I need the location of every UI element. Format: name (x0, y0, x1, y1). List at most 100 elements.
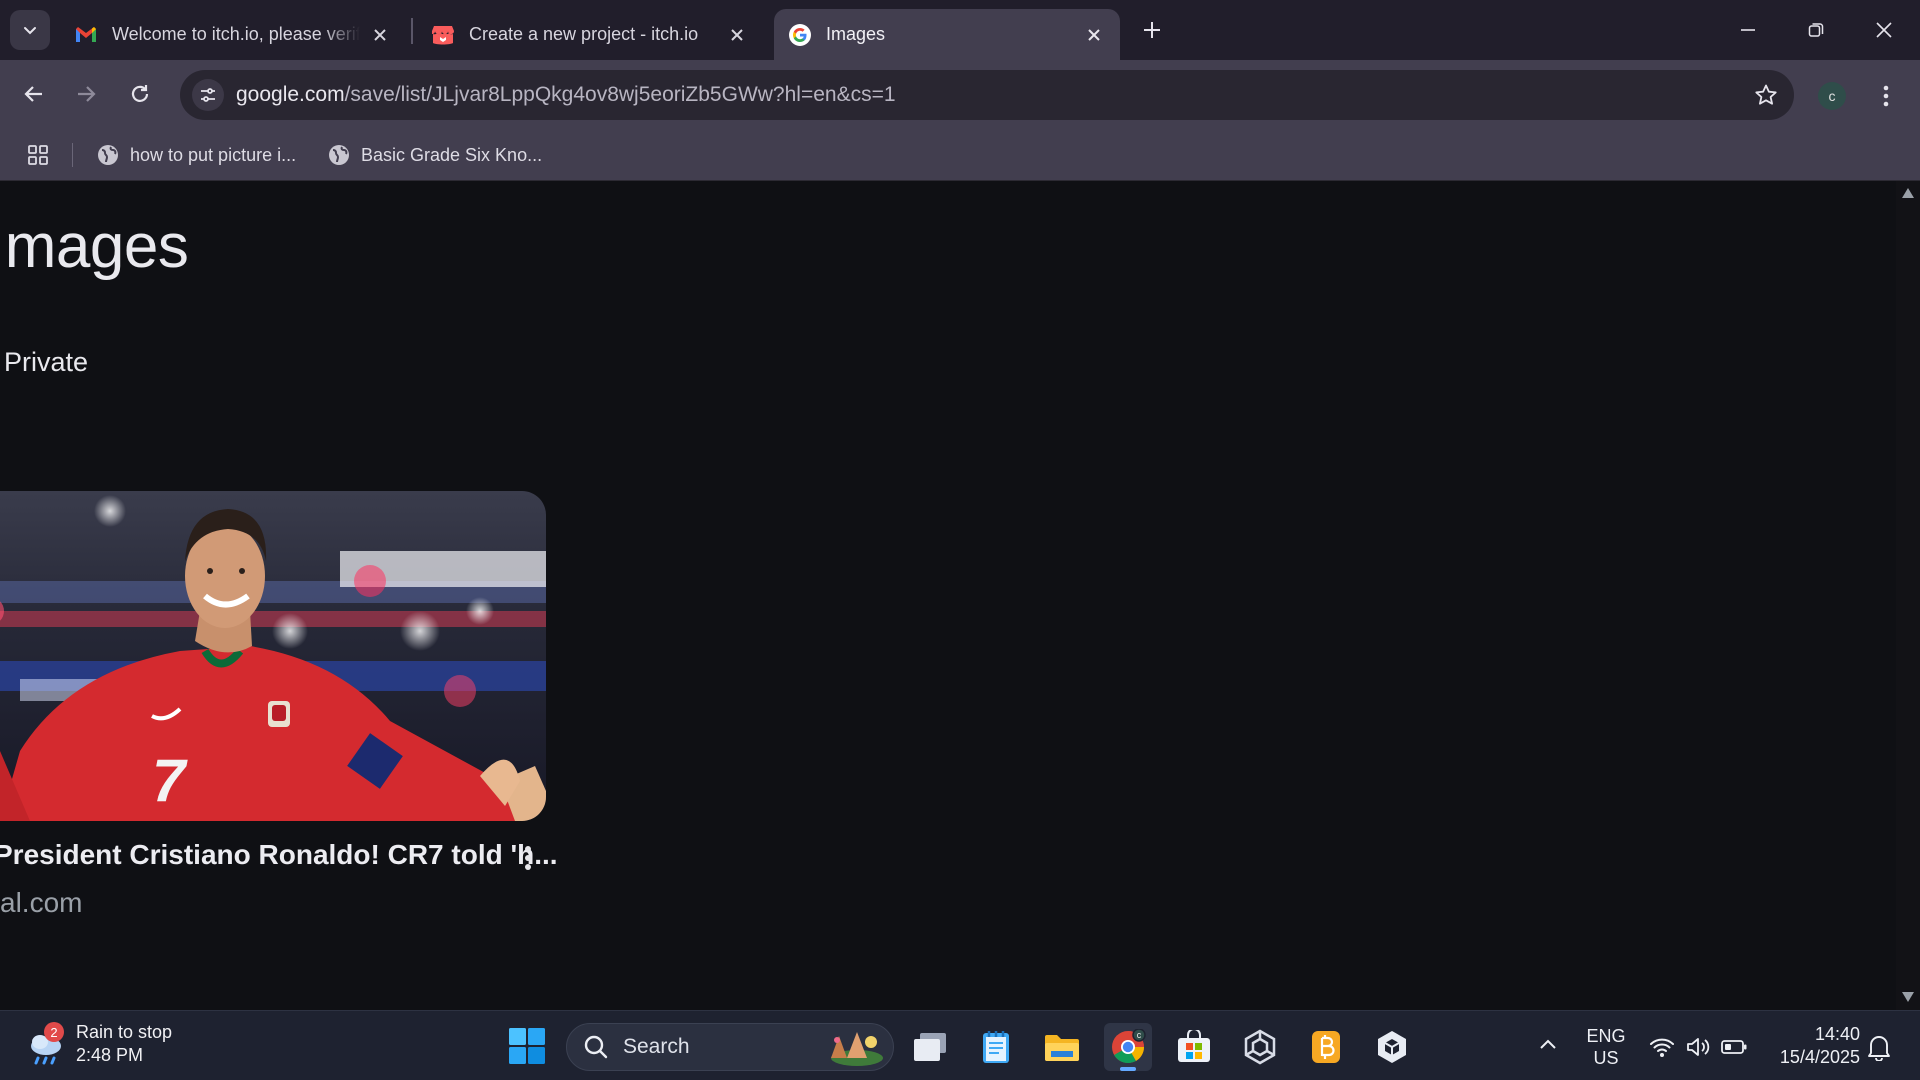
minimize-button[interactable] (1714, 0, 1782, 60)
taskbar: 2 Rain to stop 2:48 PM Search c ENG US 1… (0, 1010, 1920, 1080)
tab-images[interactable]: Images (774, 9, 1120, 60)
more-options-button[interactable] (516, 841, 540, 875)
profile-avatar[interactable]: c (1818, 82, 1846, 110)
scroll-down-arrow[interactable] (1902, 991, 1914, 1003)
bell-icon (1868, 1036, 1890, 1062)
taskbar-unity-hub[interactable] (1236, 1023, 1284, 1071)
reload-icon (131, 85, 149, 102)
clock-time: 14:40 (1814, 1024, 1860, 1044)
close-icon[interactable] (1082, 23, 1106, 47)
taskbar-task-view[interactable] (906, 1023, 954, 1071)
tab-gmail[interactable]: Welcome to itch.io, please verify your a… (60, 9, 406, 60)
search-icon (584, 1035, 608, 1059)
taskbar-chrome[interactable]: c (1104, 1023, 1152, 1071)
back-button[interactable] (14, 74, 54, 114)
taskbar-yellow-app[interactable] (1302, 1023, 1350, 1071)
plus-icon (1144, 22, 1160, 38)
windows-logo-icon (509, 1028, 545, 1064)
scroll-up-arrow[interactable] (1902, 187, 1914, 199)
privacy-label: Private (4, 347, 89, 377)
toolbar: google.com/save/list/JLjvar8LppQkg4ov8wj… (0, 60, 1920, 129)
volume-status[interactable] (1684, 1033, 1712, 1061)
tab-separator (411, 18, 413, 44)
close-icon (1876, 22, 1892, 38)
more-vertical-icon (1883, 85, 1889, 107)
start-button[interactable] (508, 1027, 546, 1065)
tab-title: Images (826, 24, 886, 44)
tab-itchio[interactable]: Create a new project - itch.io (417, 9, 763, 60)
taskbar-search[interactable]: Search (566, 1023, 894, 1071)
taskbar-microsoft-store[interactable] (1170, 1023, 1218, 1071)
close-icon[interactable] (368, 23, 392, 47)
speaker-icon (1687, 1038, 1710, 1056)
triangle-down-icon (1902, 992, 1914, 1002)
url-path: /save/list/JLjvar8LppQkg4ov8wj5eoriZb5GW… (344, 83, 896, 106)
taskbar-notepad[interactable] (972, 1023, 1020, 1071)
reload-button[interactable] (120, 74, 160, 114)
more-vertical-icon (525, 846, 531, 870)
bookmark-item[interactable]: Basic Grade Six Kno... (327, 141, 542, 169)
bookmarks-bar: how to put picture i... Basic Grade Six … (0, 129, 1920, 181)
bookmark-star-button[interactable] (1752, 81, 1780, 109)
search-highlight-art-icon (831, 1032, 883, 1066)
weather-widget[interactable]: 2 Rain to stop 2:48 PM (26, 1021, 172, 1067)
notepad-icon (983, 1031, 1009, 1063)
bookmark-label: Basic Grade Six Kno... (361, 144, 543, 165)
saved-image-title[interactable]: President Cristiano Ronaldo! CR7 told 'h… (0, 839, 558, 871)
address-bar[interactable]: google.com/save/list/JLjvar8LppQkg4ov8wj… (180, 70, 1794, 120)
store-icon (1178, 1030, 1210, 1062)
active-indicator (1120, 1067, 1136, 1071)
arrow-right-icon (78, 86, 96, 102)
rain-cloud-icon: 2 (26, 1022, 70, 1066)
system-clock[interactable]: 14:40 15/4/2025 (1766, 1023, 1860, 1069)
close-window-button[interactable] (1850, 0, 1918, 60)
tab-search-button[interactable] (10, 10, 50, 50)
language-code: ENG (1586, 1026, 1626, 1046)
battery-status[interactable] (1720, 1033, 1748, 1061)
globe-icon (96, 143, 120, 167)
tab-title: Welcome to itch.io, please verify your a… (112, 24, 360, 44)
show-hidden-icons-button[interactable] (1536, 1033, 1560, 1057)
chevron-down-icon (24, 27, 36, 35)
page-scrollbar[interactable] (1896, 181, 1920, 1010)
region-code: US (1593, 1048, 1619, 1068)
taskbar-file-explorer[interactable] (1038, 1023, 1086, 1071)
jersey-number: 7 (152, 747, 188, 814)
bookmark-item[interactable]: how to put picture i... (96, 141, 296, 169)
bitcoin-wallet-icon (1312, 1031, 1340, 1063)
taskbar-unity-editor[interactable] (1368, 1023, 1416, 1071)
itchio-icon (431, 23, 455, 47)
notifications-button[interactable] (1866, 1033, 1894, 1062)
url-host: google.com (236, 83, 345, 106)
site-info-button[interactable] (192, 79, 224, 111)
search-label: Search (623, 1035, 690, 1058)
chrome-profile-badge: c (1137, 1030, 1142, 1040)
bookmarks-separator (72, 143, 73, 167)
close-icon[interactable] (725, 23, 749, 47)
bookmark-label: how to put picture i... (130, 144, 297, 165)
forward-button[interactable] (66, 74, 106, 114)
weather-time: 2:48 PM (76, 1045, 144, 1065)
tab-title: Create a new project - itch.io (469, 24, 699, 44)
chrome-menu-button[interactable] (1870, 76, 1902, 116)
saved-image-thumbnail[interactable]: 7 (0, 491, 546, 821)
page-title: Images (0, 212, 189, 281)
browser-chrome: Welcome to itch.io, please verify your a… (0, 0, 1920, 181)
new-tab-button[interactable] (1136, 14, 1168, 46)
restore-button[interactable] (1782, 0, 1850, 60)
input-language-indicator[interactable]: ENG US (1584, 1025, 1628, 1069)
url-text: google.com/save/list/JLjvar8LppQkg4ov8wj… (236, 83, 896, 107)
restore-icon (1808, 23, 1824, 37)
apps-button[interactable] (24, 141, 52, 169)
wifi-status[interactable] (1648, 1033, 1676, 1061)
tab-strip: Welcome to itch.io, please verify your a… (0, 0, 1920, 60)
weather-condition: Rain to stop (76, 1022, 173, 1042)
apps-grid-icon (28, 145, 48, 165)
arrow-left-icon (24, 86, 42, 102)
google-icon (788, 23, 812, 47)
unity-cube-icon (1378, 1031, 1406, 1063)
chrome-icon: c (1112, 1029, 1146, 1064)
ronaldo-photo: 7 (0, 491, 546, 821)
folder-icon (1045, 1035, 1079, 1061)
saved-image-source[interactable]: al.com (0, 887, 82, 919)
